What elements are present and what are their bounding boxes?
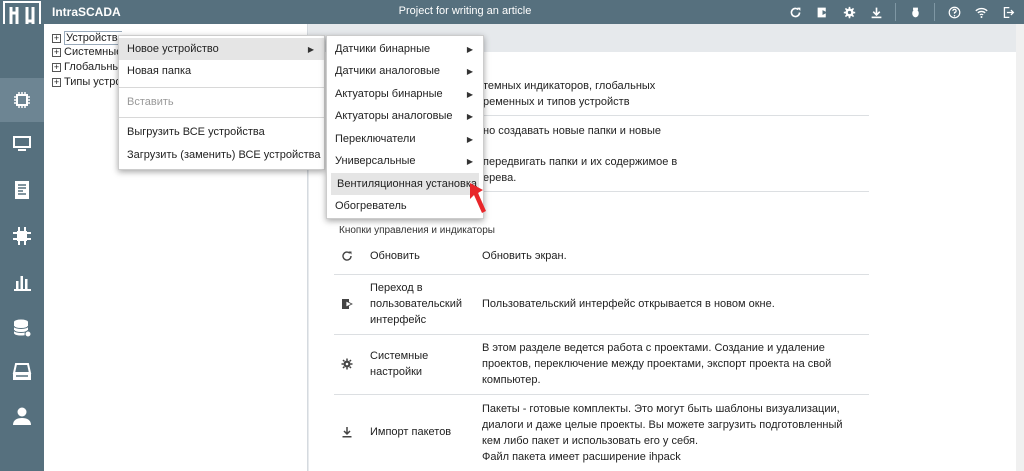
row-desc: кем либо пакет и использовать его у себя… [482, 435, 699, 447]
bug-icon[interactable] [907, 4, 923, 20]
printer-icon[interactable] [0, 350, 44, 394]
monitor-icon[interactable] [0, 122, 44, 166]
help-text: передвигать папки и их содержимое в [483, 156, 678, 168]
open-ui-icon [342, 299, 353, 309]
top-bar: IntraSCADA Project for writing an articl… [0, 0, 1024, 39]
chevron-right-icon: ▶ [307, 44, 314, 54]
divider [334, 394, 869, 395]
row-name: Системные [370, 350, 429, 362]
row-desc: Файл пакета имеет расширение ihpack [482, 451, 681, 463]
chevron-right-icon: ▶ [466, 89, 473, 99]
chevron-right-icon: ▶ [466, 156, 473, 166]
toolbar-divider [934, 3, 935, 21]
help-text: темных индикаторов, глобальных [483, 80, 656, 92]
submenu-item-switches[interactable]: Переключатели ▶ [327, 128, 483, 150]
expand-icon[interactable]: + [52, 33, 61, 43]
expand-icon[interactable]: + [52, 47, 61, 57]
submenu-item-universal[interactable]: Универсальные ▶ [327, 150, 483, 172]
submenu-item-analog-actuators[interactable]: Актуаторы аналоговые ▶ [327, 105, 483, 127]
chevron-right-icon: ▶ [466, 44, 473, 54]
toolbar-divider [895, 3, 896, 21]
submenu: Датчики бинарные ▶ Датчики аналоговые ▶ … [326, 35, 484, 219]
expand-icon[interactable]: + [52, 62, 61, 72]
help-icon[interactable] [946, 4, 962, 20]
row-name: настройки [370, 366, 423, 378]
gear-icon [341, 358, 353, 370]
section-title: Кнопки управления и индикаторы [339, 225, 495, 236]
network-icon[interactable] [0, 214, 44, 258]
tree-item-global[interactable]: + Глобальны [52, 60, 122, 74]
row-desc: В этом разделе ведется работа с проектам… [482, 342, 825, 354]
row-desc: компьютер. [482, 374, 541, 386]
refresh-icon [342, 251, 352, 261]
row-name: пользовательский [370, 298, 463, 310]
arrow-pointer-icon [470, 183, 486, 213]
scrollbar[interactable] [1016, 24, 1024, 471]
chevron-right-icon: ▶ [466, 66, 473, 76]
row-desc: Пользовательский интерфейс открывается в… [482, 298, 775, 310]
submenu-item-heater[interactable]: Обогреватель [327, 195, 483, 217]
row-desc: Пакеты - готовые комплекты. Это могут бы… [482, 403, 840, 415]
context-menu: Новое устройство ▶ Новая папка Вставить … [118, 35, 325, 170]
tree-item-devices[interactable]: + Устройства [52, 31, 122, 45]
menu-item-new-folder[interactable]: Новая папка [119, 60, 324, 82]
logout-icon[interactable] [1000, 4, 1016, 20]
database-icon[interactable] [0, 306, 44, 350]
divider [334, 334, 869, 335]
download-icon [342, 427, 352, 438]
menu-item-export-all[interactable]: Выгрузить ВСЕ устройства [119, 121, 324, 143]
menu-item-new-device[interactable]: Новое устройство ▶ [119, 38, 324, 60]
user-icon[interactable] [0, 394, 44, 438]
row-name: Обновить [370, 250, 420, 262]
gear-icon[interactable] [841, 4, 857, 20]
submenu-item-binary-sensors[interactable]: Датчики бинарные ▶ [327, 38, 483, 60]
download-icon[interactable] [868, 4, 884, 20]
document-icon[interactable] [0, 168, 44, 212]
open-ui-icon[interactable] [814, 4, 830, 20]
submenu-item-binary-actuators[interactable]: Актуаторы бинарные ▶ [327, 83, 483, 105]
tree-item-device-types[interactable]: + Типы устро [52, 75, 122, 89]
row-name: Переход в [370, 282, 423, 294]
divider [334, 274, 869, 275]
chart-icon[interactable] [0, 260, 44, 304]
help-text: ременных и типов устройств [483, 96, 630, 108]
tree-item-system[interactable]: + Системные [52, 45, 122, 59]
expand-icon[interactable]: + [52, 77, 61, 87]
wifi-icon[interactable] [973, 4, 989, 20]
row-desc: диалоги и даже целые проекты. Вы можете … [482, 419, 843, 431]
submenu-item-ventilation-unit[interactable]: Вентиляционная установка [331, 173, 479, 195]
row-name: интерфейс [370, 314, 427, 326]
submenu-item-analog-sensors[interactable]: Датчики аналоговые ▶ [327, 60, 483, 82]
menu-item-import-all[interactable]: Загрузить (заменить) ВСЕ устройства [119, 144, 324, 166]
left-sidebar [0, 24, 44, 471]
help-text: но создавать новые папки и новые [483, 125, 662, 137]
menu-item-paste: Вставить [127, 96, 174, 108]
row-desc: проектов, переключение между проектами, … [482, 358, 832, 370]
row-desc: Обновить экран. [482, 250, 567, 262]
devices-icon[interactable] [0, 78, 44, 122]
row-name: Импорт пакетов [370, 426, 452, 438]
chevron-right-icon: ▶ [466, 134, 473, 144]
menu-divider [119, 117, 324, 118]
menu-divider [119, 87, 324, 88]
chevron-right-icon: ▶ [466, 111, 473, 121]
refresh-icon[interactable] [787, 4, 803, 20]
